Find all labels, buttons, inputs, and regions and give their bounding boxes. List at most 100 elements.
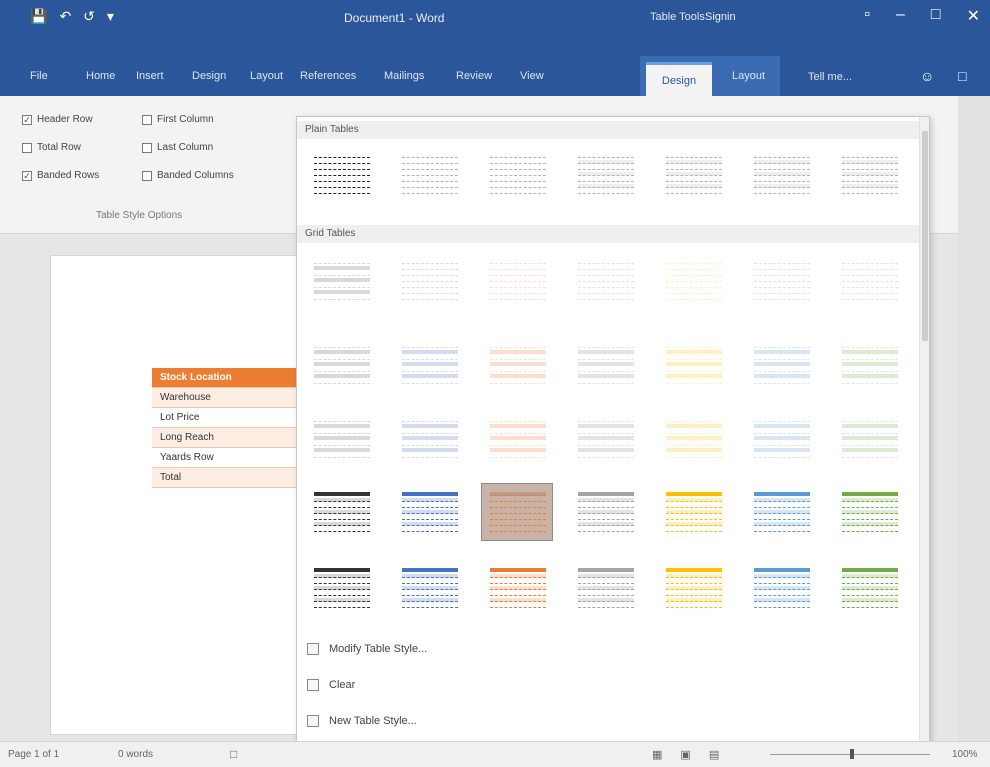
grid-table-style[interactable] xyxy=(569,483,641,541)
grid-table-style[interactable] xyxy=(569,335,641,393)
grid-table-style[interactable] xyxy=(569,409,641,467)
table-row[interactable]: Yaards Row xyxy=(152,448,298,468)
grid-table-style[interactable] xyxy=(305,335,377,393)
zoom-level[interactable]: 100% xyxy=(952,749,978,760)
table-row[interactable]: Stock Location xyxy=(152,368,298,388)
grid-table-style[interactable] xyxy=(393,409,465,467)
grid-table-style[interactable] xyxy=(393,335,465,393)
plain-table-style[interactable] xyxy=(833,145,905,203)
tab-table-layout[interactable]: Layout xyxy=(732,70,765,90)
tab-design[interactable]: Design xyxy=(192,70,226,90)
checkbox-box[interactable] xyxy=(142,170,152,181)
plain-table-style[interactable] xyxy=(657,145,729,203)
print-layout-icon[interactable]: ▣ xyxy=(680,748,690,761)
grid-table-style[interactable] xyxy=(393,483,465,541)
grid-table-style[interactable] xyxy=(305,251,377,309)
header-row-checkbox[interactable]: ✓ Header Row xyxy=(22,114,93,125)
clear-command[interactable]: Clear xyxy=(307,679,355,691)
total-row-checkbox[interactable]: Total Row xyxy=(22,142,81,153)
checkbox-box[interactable] xyxy=(22,142,32,153)
document-page[interactable] xyxy=(50,255,300,735)
read-mode-icon[interactable]: ▦ xyxy=(652,748,662,761)
grid-table-style[interactable] xyxy=(569,559,641,617)
gallery-scrollbar[interactable] xyxy=(919,117,929,745)
undo-icon[interactable]: ↶ xyxy=(59,8,71,25)
table-row[interactable]: Long Reach xyxy=(152,428,298,448)
tab-layout[interactable]: Layout xyxy=(250,70,283,90)
new-table-style-command[interactable]: New Table Style... xyxy=(307,715,417,727)
grid-table-style[interactable] xyxy=(657,559,729,617)
grid-table-style[interactable] xyxy=(745,483,817,541)
checkbox-box[interactable] xyxy=(142,114,152,125)
document-table[interactable]: Stock Location Warehouse Lot Price Long … xyxy=(152,368,298,488)
grid-table-style[interactable] xyxy=(481,335,553,393)
grid-table-style[interactable] xyxy=(481,559,553,617)
tab-table-design[interactable]: Design xyxy=(646,62,712,96)
tab-review[interactable]: Review xyxy=(456,70,492,90)
save-icon[interactable]: 💾 xyxy=(30,8,47,25)
sign-in-link[interactable]: Signin xyxy=(705,11,736,23)
table-row[interactable]: Warehouse xyxy=(152,388,298,408)
first-column-checkbox[interactable]: First Column xyxy=(142,114,214,125)
close-icon[interactable]: ✕ xyxy=(967,6,980,26)
grid-table-style[interactable] xyxy=(305,483,377,541)
grid-table-style[interactable] xyxy=(657,409,729,467)
grid-table-style[interactable] xyxy=(481,251,553,309)
grid-table-style[interactable] xyxy=(305,559,377,617)
minimize-icon[interactable]: – xyxy=(896,6,905,26)
ribbon-display-icon[interactable]: ▫ xyxy=(864,6,870,26)
gallery-scroll-thumb[interactable] xyxy=(922,131,928,341)
banded-rows-checkbox[interactable]: ✓ Banded Rows xyxy=(22,170,99,181)
grid-table-style[interactable] xyxy=(393,251,465,309)
tell-me-search[interactable]: Tell me... xyxy=(808,71,852,83)
word-count[interactable]: 0 words xyxy=(118,749,153,760)
grid-table-style[interactable] xyxy=(657,335,729,393)
checkbox-box[interactable]: ✓ xyxy=(22,114,32,125)
tab-file[interactable]: File xyxy=(30,70,48,90)
customize-icon[interactable]: ▾ xyxy=(107,8,114,25)
ribbon-options-icon[interactable]: □ xyxy=(958,68,966,84)
zoom-slider-knob[interactable] xyxy=(850,749,854,759)
plain-table-style[interactable] xyxy=(569,145,641,203)
checkbox-box[interactable] xyxy=(142,142,152,153)
checkbox-box[interactable]: ✓ xyxy=(22,170,32,181)
grid-table-style[interactable] xyxy=(745,251,817,309)
grid-table-style[interactable] xyxy=(745,409,817,467)
grid-table-style[interactable] xyxy=(569,251,641,309)
plain-table-style[interactable] xyxy=(393,145,465,203)
web-layout-icon[interactable]: ▤ xyxy=(709,748,719,761)
grid-table-style[interactable] xyxy=(745,559,817,617)
tab-view[interactable]: View xyxy=(520,70,544,90)
grid-table-style[interactable] xyxy=(745,335,817,393)
table-row[interactable]: Total xyxy=(152,468,298,488)
grid-table-style[interactable] xyxy=(481,409,553,467)
grid-table-style[interactable] xyxy=(305,409,377,467)
tab-insert[interactable]: Insert xyxy=(136,70,164,90)
tab-references[interactable]: References xyxy=(300,70,356,90)
maximize-icon[interactable]: □ xyxy=(931,6,941,26)
vertical-scrollbar[interactable] xyxy=(958,96,990,741)
share-icon[interactable]: ☺ xyxy=(920,68,934,84)
plain-table-style[interactable] xyxy=(305,145,377,203)
grid-table-style[interactable] xyxy=(833,559,905,617)
banded-columns-checkbox[interactable]: Banded Columns xyxy=(142,170,234,181)
grid-table-style[interactable] xyxy=(833,251,905,309)
grid-table-style[interactable] xyxy=(657,483,729,541)
proofing-icon[interactable]: □ xyxy=(230,747,237,761)
grid-table-style[interactable] xyxy=(833,335,905,393)
plain-table-style[interactable] xyxy=(745,145,817,203)
last-column-checkbox[interactable]: Last Column xyxy=(142,142,213,153)
zoom-slider[interactable] xyxy=(770,749,930,759)
table-row[interactable]: Lot Price xyxy=(152,408,298,428)
grid-table-style[interactable] xyxy=(657,251,729,309)
grid-table-style[interactable] xyxy=(833,409,905,467)
grid-table-style[interactable] xyxy=(833,483,905,541)
modify-table-style-command[interactable]: Modify Table Style... xyxy=(307,643,427,655)
page-indicator[interactable]: Page 1 of 1 xyxy=(8,749,59,760)
redo-icon[interactable]: ↺ xyxy=(83,8,95,25)
grid-table-style[interactable] xyxy=(393,559,465,617)
tab-home[interactable]: Home xyxy=(86,70,115,90)
plain-table-style[interactable] xyxy=(481,145,553,203)
grid-table-style[interactable] xyxy=(481,483,553,541)
tab-mailings[interactable]: Mailings xyxy=(384,70,424,90)
